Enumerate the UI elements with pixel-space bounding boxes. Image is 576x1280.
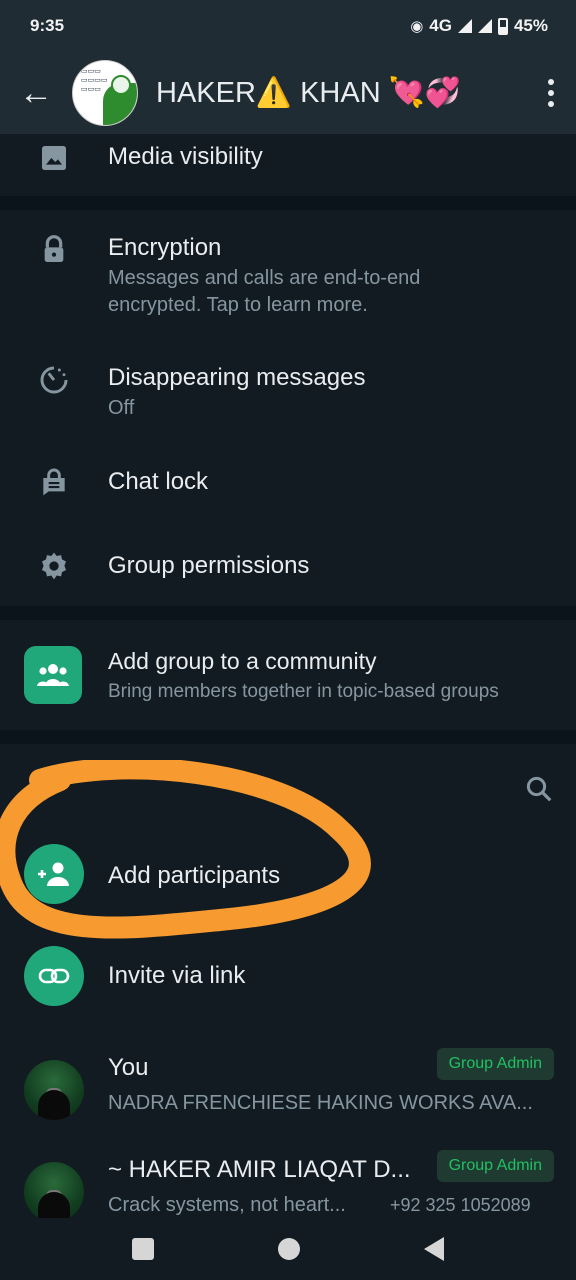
encryption-label: Encryption xyxy=(108,234,222,261)
group-admin-badge: Group Admin xyxy=(436,1150,554,1182)
group-title[interactable]: HAKER⚠️ KHAN 💘💞 xyxy=(156,76,526,110)
home-button[interactable] xyxy=(278,1238,300,1260)
avatar-emblem xyxy=(111,75,131,95)
warning-emoji: ⚠️ xyxy=(255,77,293,109)
image-icon xyxy=(42,146,66,170)
battery-level: 45% xyxy=(513,16,548,35)
chat-lock-row[interactable]: Chat lock xyxy=(0,448,576,518)
signal-icon-2 xyxy=(477,19,492,33)
member-avatar xyxy=(24,1060,84,1120)
status-bar: 9:35 ◉ 4G 45% xyxy=(0,0,576,52)
search-icon[interactable] xyxy=(524,774,554,804)
status-icons: ◉ 4G 45% xyxy=(410,16,548,36)
member-avatar xyxy=(24,1162,84,1218)
media-visibility-label: Media visibility xyxy=(108,143,263,170)
battery-icon xyxy=(497,17,508,35)
community-title: Add group to a community xyxy=(108,648,377,674)
add-participants-row[interactable]: Add participants xyxy=(0,830,576,920)
chat-lock-label: Chat lock xyxy=(108,468,209,495)
disappearing-messages-row[interactable]: Disappearing messages Off xyxy=(0,350,576,430)
back-arrow-icon[interactable]: ← xyxy=(0,52,72,134)
add-participants-label: Add participants xyxy=(108,862,281,889)
gear-icon xyxy=(42,552,66,580)
community-subtitle: Bring members together in topic-based gr… xyxy=(108,681,499,702)
member-status: NADRA FRENCHIESE HAKING WORKS AVA... xyxy=(108,1092,533,1114)
timer-icon xyxy=(40,366,68,394)
lock-icon xyxy=(44,235,64,262)
hotspot-icon: ◉ xyxy=(410,18,424,35)
media-section: Media visibility xyxy=(0,134,576,196)
back-button[interactable] xyxy=(424,1237,444,1261)
community-icon xyxy=(24,646,82,704)
media-visibility-row[interactable]: Media visibility xyxy=(0,134,576,196)
member-name: You xyxy=(108,1054,149,1081)
disappearing-subtitle: Off xyxy=(108,397,135,419)
privacy-section: Encryption Messages and calls are end-to… xyxy=(0,210,576,606)
encryption-subtitle: Messages and calls are end-to-end encryp… xyxy=(108,267,421,316)
app-bar: ← ▭▭▭ ▭▭▭▭ ▭▭▭ HAKER⚠️ KHAN 💘💞 xyxy=(0,52,576,134)
member-phone: +92 325 1052089 xyxy=(390,1195,531,1215)
status-time: 9:35 xyxy=(30,16,65,35)
heart-arrow-emoji: 💘 xyxy=(388,77,425,109)
member-status: Crack systems, not heart... xyxy=(108,1194,346,1216)
navigation-bar xyxy=(0,1218,576,1280)
member-row[interactable]: You Group Admin NADRA FRENCHIESE HAKING … xyxy=(0,1034,576,1132)
encryption-row[interactable]: Encryption Messages and calls are end-to… xyxy=(0,210,576,332)
avatar-logo-text: ▭▭▭ ▭▭▭▭ ▭▭▭ xyxy=(81,67,108,93)
chat-lock-icon xyxy=(43,468,65,496)
invite-link-label: Invite via link xyxy=(108,962,246,989)
title-text-2: KHAN xyxy=(292,77,389,109)
invite-link-row[interactable]: Invite via link xyxy=(0,934,576,1024)
recents-button[interactable] xyxy=(132,1238,154,1260)
member-name: ~ HAKER AMIR LIAQAT D... xyxy=(108,1156,411,1183)
title-text-1: HAKER xyxy=(156,77,256,109)
group-permissions-label: Group permissions xyxy=(108,552,310,579)
hearts-emoji: 💞 xyxy=(424,77,461,109)
group-info-content: Media visibility Encryption Messages and… xyxy=(0,134,576,1218)
community-section: Add group to a community Bring members t… xyxy=(0,620,576,730)
group-permissions-row[interactable]: Group permissions xyxy=(0,532,576,602)
disappearing-label: Disappearing messages xyxy=(108,364,366,391)
link-icon xyxy=(24,946,84,1006)
group-admin-badge: Group Admin xyxy=(436,1048,554,1080)
add-to-community-row[interactable]: Add group to a community Bring members t… xyxy=(0,620,576,730)
group-avatar[interactable]: ▭▭▭ ▭▭▭▭ ▭▭▭ xyxy=(72,60,138,126)
participants-section: Add participants Invite via link You Gro… xyxy=(0,744,576,1218)
signal-icon xyxy=(457,19,472,33)
more-options-icon[interactable] xyxy=(526,52,576,134)
member-row[interactable]: ~ HAKER AMIR LIAQAT D... Group Admin Cra… xyxy=(0,1136,576,1218)
network-type: 4G xyxy=(429,16,452,35)
add-person-icon xyxy=(24,844,84,904)
